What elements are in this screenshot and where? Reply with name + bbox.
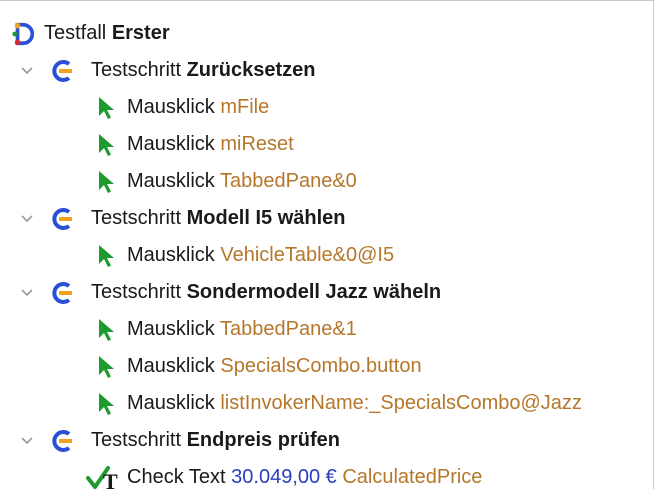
mouse-click-icon bbox=[94, 95, 118, 121]
check-text-icon: T bbox=[86, 465, 120, 489]
teststep-label: Testschritt Zurücksetzen bbox=[91, 59, 316, 82]
testcase-label: Testfall Erster bbox=[44, 22, 170, 45]
mouseclick-label: Mausklick TabbedPane&0 bbox=[127, 170, 357, 193]
chevron-down-icon[interactable] bbox=[20, 434, 34, 448]
tree-node-teststep[interactable]: Testschritt Endpreis prüfen bbox=[0, 422, 653, 459]
teststep-icon bbox=[50, 428, 74, 454]
chevron-down-icon[interactable] bbox=[20, 64, 34, 78]
teststep-label: Testschritt Modell I5 wählen bbox=[91, 207, 346, 230]
checktext-label: Check Text 30.049,00 € CalculatedPrice bbox=[127, 466, 482, 489]
tree-node-mouseclick[interactable]: Mausklick miReset bbox=[0, 126, 653, 163]
teststep-label: Testschritt Endpreis prüfen bbox=[91, 429, 340, 452]
component-id: TabbedPane&0 bbox=[220, 170, 357, 192]
mouse-click-icon bbox=[94, 391, 118, 417]
svg-text:T: T bbox=[103, 469, 118, 489]
tree-node-checktext[interactable]: T Check Text 30.049,00 € CalculatedPrice bbox=[0, 459, 653, 489]
node-keyword: Mausklick bbox=[127, 244, 215, 266]
teststep-label: Testschritt Sondermodell Jazz wäheln bbox=[91, 281, 441, 304]
component-id: mFile bbox=[220, 96, 270, 118]
node-keyword: Testschritt bbox=[91, 207, 182, 229]
node-keyword: Mausklick bbox=[127, 392, 215, 414]
node-keyword: Testschritt bbox=[91, 429, 182, 451]
node-name: Erster bbox=[111, 22, 170, 44]
tree-node-mouseclick[interactable]: Mausklick SpecialsCombo.button bbox=[0, 348, 653, 385]
component-id: CalculatedPrice bbox=[342, 466, 483, 488]
mouse-click-icon bbox=[94, 132, 118, 158]
tree-node-teststep[interactable]: Testschritt Zurücksetzen bbox=[0, 52, 653, 89]
node-name: Modell I5 wählen bbox=[186, 207, 346, 229]
mouseclick-label: Mausklick miReset bbox=[127, 133, 294, 156]
teststep-icon bbox=[50, 280, 74, 306]
node-keyword: Testschritt bbox=[91, 59, 182, 81]
tree-node-mouseclick[interactable]: Mausklick VehicleTable&0@I5 bbox=[0, 237, 653, 274]
mouseclick-label: Mausklick mFile bbox=[127, 96, 269, 119]
node-keyword: Mausklick bbox=[127, 355, 215, 377]
node-keyword: Mausklick bbox=[127, 96, 215, 118]
tree-node-teststep[interactable]: Testschritt Sondermodell Jazz wäheln bbox=[0, 274, 653, 311]
tree-node-mouseclick[interactable]: Mausklick TabbedPane&1 bbox=[0, 311, 653, 348]
component-id: SpecialsCombo.button bbox=[220, 355, 422, 377]
tree-node-mouseclick[interactable]: Mausklick TabbedPane&0 bbox=[0, 163, 653, 200]
teststep-icon bbox=[50, 58, 74, 84]
mouseclick-label: Mausklick listInvokerName:_SpecialsCombo… bbox=[127, 392, 582, 415]
mouseclick-label: Mausklick VehicleTable&0@I5 bbox=[127, 244, 394, 267]
mouseclick-label: Mausklick TabbedPane&1 bbox=[127, 318, 357, 341]
node-keyword: Testschritt bbox=[91, 281, 182, 303]
check-value: 30.049,00 € bbox=[231, 466, 337, 488]
node-keyword: Testfall bbox=[44, 22, 107, 44]
component-id: VehicleTable&0@I5 bbox=[220, 244, 395, 266]
component-id: TabbedPane&1 bbox=[220, 318, 357, 340]
teststep-icon bbox=[50, 206, 74, 232]
node-keyword: Mausklick bbox=[127, 133, 215, 155]
tree-node-testcase[interactable]: Testfall Erster bbox=[0, 15, 653, 52]
node-keyword: Mausklick bbox=[127, 318, 215, 340]
chevron-down-icon[interactable] bbox=[20, 286, 34, 300]
mouse-click-icon bbox=[94, 317, 118, 343]
chevron-down-icon[interactable] bbox=[20, 212, 34, 226]
node-name: Sondermodell Jazz wäheln bbox=[186, 281, 442, 303]
testcase-icon bbox=[12, 21, 36, 47]
node-name: Endpreis prüfen bbox=[186, 429, 340, 451]
node-keyword: Check Text bbox=[127, 466, 226, 488]
tree-node-mouseclick[interactable]: Mausklick mFile bbox=[0, 89, 653, 126]
test-tree: Testfall Erster Testschritt Zurücksetzen… bbox=[0, 0, 654, 489]
node-keyword: Mausklick bbox=[127, 170, 215, 192]
tree-node-mouseclick[interactable]: Mausklick listInvokerName:_SpecialsCombo… bbox=[0, 385, 653, 422]
component-id: listInvokerName:_SpecialsCombo@Jazz bbox=[220, 392, 582, 414]
node-name: Zurücksetzen bbox=[186, 59, 316, 81]
tree-node-teststep[interactable]: Testschritt Modell I5 wählen bbox=[0, 200, 653, 237]
component-id: miReset bbox=[220, 133, 294, 155]
mouse-click-icon bbox=[94, 243, 118, 269]
mouse-click-icon bbox=[94, 169, 118, 195]
mouse-click-icon bbox=[94, 354, 118, 380]
mouseclick-label: Mausklick SpecialsCombo.button bbox=[127, 355, 422, 378]
